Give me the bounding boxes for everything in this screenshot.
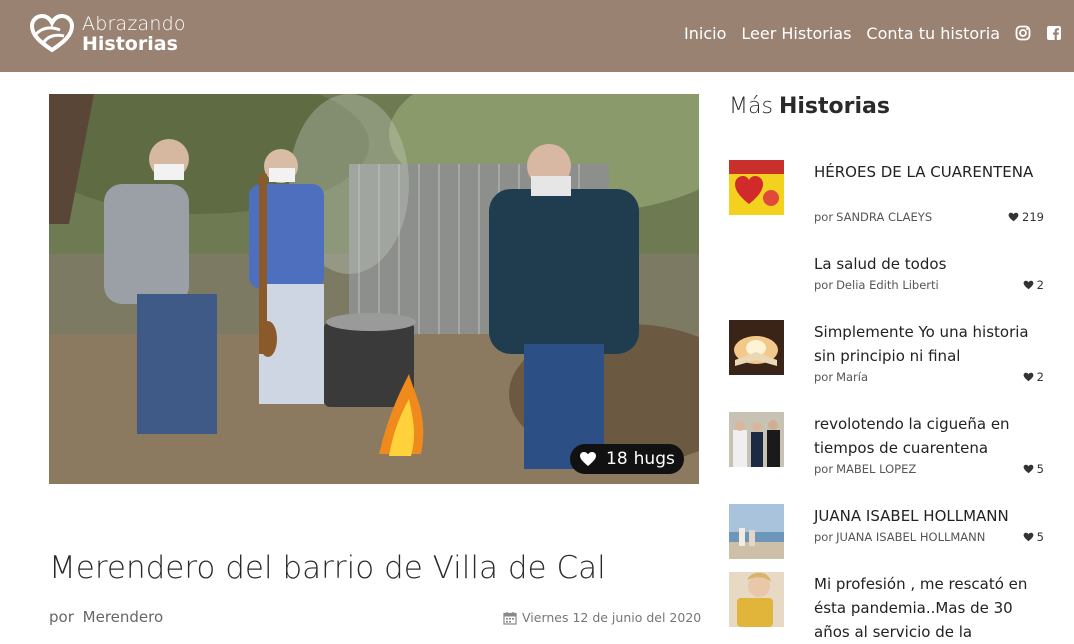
- story-list-likes-count: 5: [1036, 530, 1044, 544]
- story-list-author: María: [836, 370, 869, 384]
- story-list-by: por: [814, 278, 834, 292]
- story-list-title[interactable]: HÉROES DE LA CUARENTENA: [814, 160, 1044, 184]
- calendar-icon: [503, 611, 517, 625]
- story-hero-photo[interactable]: [49, 94, 699, 484]
- story-byline: por Merendero: [49, 608, 163, 626]
- story-list-likes-count: 219: [1022, 210, 1044, 224]
- heart-icon: [1023, 532, 1034, 542]
- heart-icon: [1023, 464, 1034, 474]
- heart-hug-logo-icon: [30, 14, 74, 53]
- story-list-title[interactable]: Simplemente Yo una historia sin principi…: [814, 320, 1044, 368]
- story-thumbnail[interactable]: [729, 504, 784, 559]
- nav-conta-tu-historia-link[interactable]: Conta tu historia: [866, 24, 1000, 43]
- sidebar-title-strong: Historias: [778, 94, 890, 119]
- story-list-likes: 5: [1023, 462, 1044, 476]
- story-author[interactable]: Merendero: [83, 608, 164, 626]
- heart-icon: [1008, 212, 1019, 222]
- story-list-author: MABEL LOPEZ: [836, 462, 917, 476]
- sidebar-title: Más Historias: [729, 94, 890, 119]
- story-list-meta: por María 2: [814, 370, 1044, 386]
- story-list-author: SANDRA CLAEYS: [836, 210, 933, 224]
- story-list-meta: por JUANA ISABEL HOLLMANN 5: [814, 530, 1044, 546]
- story-list-likes: 2: [1023, 278, 1044, 292]
- story-thumbnail[interactable]: [729, 320, 784, 375]
- story-list-by: por: [814, 210, 834, 224]
- byline-por: por: [49, 608, 74, 626]
- story-list-likes-count: 2: [1036, 370, 1044, 384]
- story-list-author: JUANA ISABEL HOLLMANN: [836, 530, 986, 544]
- hugs-button[interactable]: 18 hugs: [570, 444, 684, 474]
- story-list-likes: 219: [1008, 210, 1044, 224]
- hugs-count: 18: [606, 449, 628, 469]
- instagram-icon[interactable]: [1015, 25, 1031, 41]
- story-list-likes: 2: [1023, 370, 1044, 384]
- story-thumbnail[interactable]: [729, 572, 784, 627]
- story-list-title[interactable]: La salud de todos: [814, 252, 1044, 276]
- story-title: Merendero del barrio de Villa de Cal: [49, 550, 606, 586]
- story-list-title[interactable]: Mi profesión , me rescató en ésta pandem…: [814, 572, 1044, 644]
- story-date: Viernes 12 de junio del 2020: [503, 610, 701, 625]
- main-nav: Inicio Leer Historias Conta tu historia: [669, 22, 1062, 44]
- nav-leer-historias-link[interactable]: Leer Historias: [741, 24, 851, 43]
- story-list-title[interactable]: revolotendo la cigueña en tiempos de cua…: [814, 412, 1044, 460]
- story-list-meta: por MABEL LOPEZ 5: [814, 462, 1044, 478]
- heart-icon: [1023, 280, 1034, 290]
- story-list-author: Delia Edith Liberti: [836, 278, 939, 292]
- heart-icon: [1023, 372, 1034, 382]
- nav-inicio-link[interactable]: Inicio: [684, 24, 726, 43]
- story-list-likes-count: 2: [1036, 278, 1044, 292]
- story-list-by: por: [814, 370, 834, 384]
- story-list-meta: por Delia Edith Liberti 2: [814, 278, 1044, 294]
- brand-line1: Abrazando: [82, 13, 186, 35]
- heart-icon: [580, 452, 596, 466]
- story-date-text: Viernes 12 de junio del 2020: [522, 610, 702, 625]
- top-navbar: Abrazando Historias Inicio Leer Historia…: [0, 0, 1074, 72]
- story-list-by: por: [814, 530, 834, 544]
- story-thumbnail[interactable]: [729, 160, 784, 215]
- facebook-icon[interactable]: [1046, 25, 1062, 41]
- sidebar-title-pre: Más: [729, 94, 773, 119]
- story-list-title[interactable]: JUANA ISABEL HOLLMANN: [814, 504, 1044, 528]
- story-list-meta: por SANDRA CLAEYS 219: [814, 210, 1044, 226]
- story-list-likes: 5: [1023, 530, 1044, 544]
- site-logo[interactable]: Abrazando Historias: [30, 14, 186, 54]
- story-list-likes-count: 5: [1036, 462, 1044, 476]
- hugs-label: hugs: [633, 449, 675, 469]
- story-thumbnail[interactable]: [729, 412, 784, 467]
- story-list-by: por: [814, 462, 834, 476]
- brand-line2: Historias: [82, 33, 178, 55]
